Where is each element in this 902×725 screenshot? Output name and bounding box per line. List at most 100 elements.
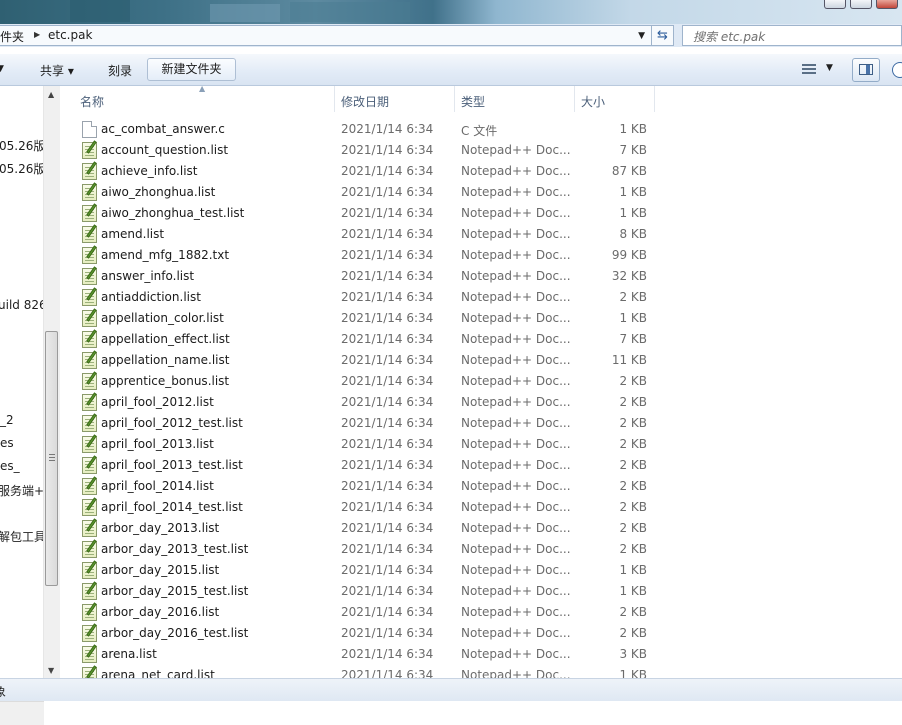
file-row[interactable]: arbor_day_2016_test.list 2021/1/14 6:34 No… <box>60 623 902 644</box>
nav-item[interactable]: 05.26版 <box>0 160 45 177</box>
column-divider[interactable] <box>574 86 575 112</box>
sort-ascending-icon: ▲ <box>199 86 206 93</box>
file-name: achieve_info.list <box>101 164 198 178</box>
burn-button[interactable]: 刻录 <box>108 62 132 79</box>
file-row[interactable]: arbor_day_2016.list 2021/1/14 6:34 Notepad… <box>60 602 902 623</box>
file-row[interactable]: antiaddiction.list 2021/1/14 6:34 Notepad+… <box>60 287 902 308</box>
file-row[interactable]: april_fool_2014.list 2021/1/14 6:34 Notepa… <box>60 476 902 497</box>
file-row[interactable]: april_fool_2012_test.list 2021/1/14 6:34 N… <box>60 413 902 434</box>
file-date: 2021/1/14 6:34 <box>341 416 434 430</box>
file-size: 2 KB <box>619 416 647 430</box>
column-header-name[interactable]: 名称 <box>80 93 104 110</box>
file-name: ac_combat_answer.c <box>101 122 225 136</box>
file-date: 2021/1/14 6:34 <box>341 647 434 661</box>
help-icon[interactable] <box>892 62 902 78</box>
file-date: 2021/1/14 6:34 <box>341 605 434 619</box>
file-date: 2021/1/14 6:34 <box>341 185 434 199</box>
file-row[interactable]: apprentice_bonus.list 2021/1/14 6:34 Notep… <box>60 371 902 392</box>
file-type: Notepad++ Doc... <box>461 332 571 346</box>
column-header-size[interactable]: 大小 <box>581 93 605 110</box>
scrollbar-thumb[interactable] <box>45 331 58 586</box>
column-header-type[interactable]: 类型 <box>461 93 485 110</box>
file-name: arbor_day_2013_test.list <box>101 542 249 556</box>
file-row[interactable]: achieve_info.list 2021/1/14 6:34 Notepad++… <box>60 161 902 182</box>
file-size: 1 KB <box>619 563 647 577</box>
file-date: 2021/1/14 6:34 <box>341 143 434 157</box>
nav-scroll-area <box>0 701 44 725</box>
notepad-file-icon <box>82 415 97 432</box>
breadcrumb-parent[interactable]: 件夹 <box>0 28 24 45</box>
file-row[interactable]: arbor_day_2013_test.list 2021/1/14 6:34 No… <box>60 539 902 560</box>
file-row[interactable]: arbor_day_2015.list 2021/1/14 6:34 Notepad… <box>60 560 902 581</box>
breadcrumb-current[interactable]: etc.pak <box>48 28 92 42</box>
notepad-file-icon <box>82 562 97 579</box>
grip-icon <box>49 454 55 461</box>
file-row[interactable]: aiwo_zhonghua.list 2021/1/14 6:34 Notepad+… <box>60 182 902 203</box>
address-bar[interactable]: 件夹 ▶ etc.pak ▼ <box>0 25 652 46</box>
file-row[interactable]: appellation_name.list 2021/1/14 6:34 Notep… <box>60 350 902 371</box>
close-button[interactable] <box>876 0 898 9</box>
column-header-date[interactable]: 修改日期 <box>341 93 389 110</box>
file-row[interactable]: arbor_day_2015_test.list 2021/1/14 6:34 No… <box>60 581 902 602</box>
notepad-file-icon <box>82 436 97 453</box>
address-history-dropdown-icon[interactable]: ▼ <box>638 31 645 41</box>
file-name: appellation_effect.list <box>101 332 230 346</box>
file-row[interactable]: ac_combat_answer.c 2021/1/14 6:34 C 文件 1 KB <box>60 119 902 140</box>
file-row[interactable]: amend_mfg_1882.txt 2021/1/14 6:34 Notepad+… <box>60 245 902 266</box>
file-row[interactable]: appellation_color.list 2021/1/14 6:34 Note… <box>60 308 902 329</box>
new-folder-button[interactable]: 新建文件夹 <box>147 58 236 81</box>
search-input[interactable] <box>691 27 895 47</box>
file-type: Notepad++ Doc... <box>461 269 571 283</box>
share-button[interactable]: 共享 ▾ <box>40 62 74 79</box>
file-row[interactable]: amend.list 2021/1/14 6:34 Notepad++ Doc...… <box>60 224 902 245</box>
nav-item[interactable]: 解包工具 <box>0 528 46 545</box>
scroll-up-icon[interactable]: ▲ <box>48 90 54 99</box>
nav-item[interactable]: _2 <box>0 413 14 427</box>
scroll-down-icon[interactable]: ▼ <box>48 666 54 675</box>
file-row[interactable]: aiwo_zhonghua_test.list 2021/1/14 6:34 Not… <box>60 203 902 224</box>
column-divider[interactable] <box>654 86 655 112</box>
navigation-scrollbar[interactable]: ▲ ▼ <box>43 86 60 678</box>
file-date: 2021/1/14 6:34 <box>341 122 434 136</box>
file-size: 2 KB <box>619 479 647 493</box>
file-size: 2 KB <box>619 542 647 556</box>
title-blur <box>210 4 280 22</box>
file-row[interactable]: april_fool_2013_test.list 2021/1/14 6:34 N… <box>60 455 902 476</box>
column-header-row: ▲ 名称 修改日期 类型 大小 <box>60 86 902 114</box>
nav-item[interactable]: 05.26版 <box>0 137 45 154</box>
search-box[interactable] <box>682 25 902 47</box>
file-row[interactable]: arena_net_card.list 2021/1/14 6:34 Notepad… <box>60 665 902 678</box>
nav-item[interactable]: es_ <box>0 459 20 473</box>
column-divider[interactable] <box>454 86 455 112</box>
file-row[interactable]: account_question.list 2021/1/14 6:34 Notep… <box>60 140 902 161</box>
file-name: arbor_day_2016_test.list <box>101 626 249 640</box>
nav-item[interactable]: uild 826 <box>0 298 47 312</box>
refresh-button[interactable]: ⇆ <box>652 25 674 46</box>
preview-pane-button[interactable] <box>852 58 880 82</box>
column-divider[interactable] <box>334 86 335 112</box>
notepad-file-icon <box>82 373 97 390</box>
file-row[interactable]: arbor_day_2013.list 2021/1/14 6:34 Notepad… <box>60 518 902 539</box>
breadcrumb-separator-icon[interactable]: ▶ <box>34 30 40 39</box>
file-name: april_fool_2013_test.list <box>101 458 243 472</box>
nav-item[interactable]: es <box>0 436 14 450</box>
file-row[interactable]: appellation_effect.list 2021/1/14 6:34 Not… <box>60 329 902 350</box>
maximize-button[interactable] <box>850 0 872 9</box>
file-size: 8 KB <box>619 227 647 241</box>
file-row[interactable]: april_fool_2014_test.list 2021/1/14 6:34 N… <box>60 497 902 518</box>
file-row[interactable]: april_fool_2013.list 2021/1/14 6:34 Notepa… <box>60 434 902 455</box>
file-type: Notepad++ Doc... <box>461 563 571 577</box>
file-type: Notepad++ Doc... <box>461 395 571 409</box>
file-size: 1 KB <box>619 668 647 678</box>
nav-item[interactable]: 服务端+ <box>0 482 44 499</box>
view-dropdown-icon[interactable]: ▼ <box>826 63 833 73</box>
file-date: 2021/1/14 6:34 <box>341 626 434 640</box>
notepad-file-icon <box>82 226 97 243</box>
file-name: arbor_day_2013.list <box>101 521 220 535</box>
file-row[interactable]: answer_info.list 2021/1/14 6:34 Notepad++ … <box>60 266 902 287</box>
organize-dropdown-icon[interactable]: ▼ <box>0 64 4 74</box>
minimize-button[interactable] <box>824 0 846 9</box>
view-options-icon[interactable] <box>802 64 816 75</box>
file-row[interactable]: april_fool_2012.list 2021/1/14 6:34 Notepa… <box>60 392 902 413</box>
file-row[interactable]: arena.list 2021/1/14 6:34 Notepad++ Doc...… <box>60 644 902 665</box>
